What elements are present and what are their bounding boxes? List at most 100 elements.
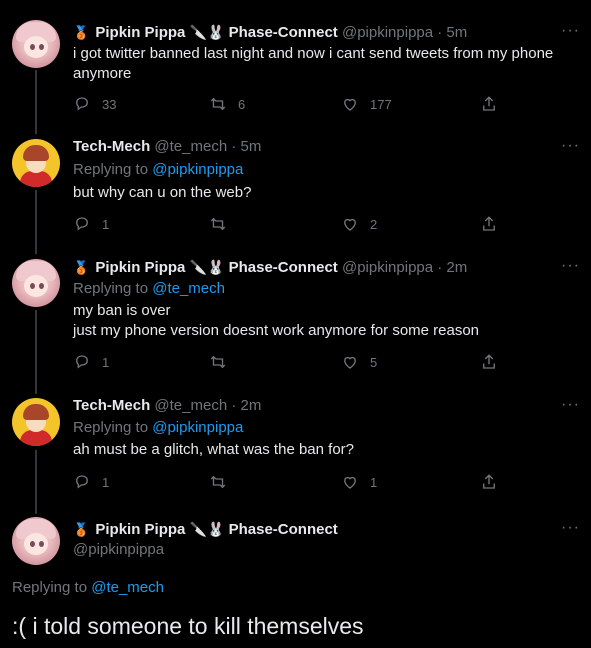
tweet-actions: 1 1 xyxy=(73,473,573,493)
share-icon xyxy=(483,96,495,111)
replying-label: Replying to xyxy=(73,161,149,178)
share-icon xyxy=(483,216,495,231)
timestamp[interactable]: · 5m xyxy=(437,24,467,41)
more-options-icon[interactable]: ··· xyxy=(561,257,580,275)
reply-button[interactable]: 1 xyxy=(73,473,109,491)
tweet-actions: 1 2 xyxy=(73,215,573,235)
reply-count: 1 xyxy=(102,474,110,490)
share-icon xyxy=(483,354,495,369)
like-button[interactable]: 2 xyxy=(341,215,377,233)
tweet-text-line: just my phone version doesnt work anymor… xyxy=(73,322,480,339)
display-name[interactable]: Pipkin Pippa xyxy=(95,24,185,41)
reply-icon xyxy=(76,355,88,369)
replying-label: Replying to xyxy=(12,579,88,596)
replying-to: Replying to @te_mech xyxy=(73,279,573,299)
reply-icon xyxy=(76,475,88,489)
medal-icon: 🥉 xyxy=(73,522,90,537)
retweet-icon xyxy=(210,97,226,111)
avatar[interactable] xyxy=(12,139,60,187)
knife-rabbit-emoji: 🔪🐰 xyxy=(189,259,225,275)
more-options-icon[interactable]: ··· xyxy=(561,519,580,537)
retweet-icon xyxy=(210,355,226,369)
display-name[interactable]: Pipkin Pippa xyxy=(95,259,185,276)
timestamp[interactable]: · 5m xyxy=(231,138,261,155)
reply-count: 1 xyxy=(102,354,110,370)
replying-to-link[interactable]: @pipkinpippa xyxy=(152,161,243,178)
like-button[interactable]: 177 xyxy=(341,95,392,113)
more-options-icon[interactable]: ··· xyxy=(561,396,580,414)
display-name[interactable]: Tech-Mech xyxy=(73,138,150,155)
retweet-icon xyxy=(210,475,226,489)
handle[interactable]: @te_mech xyxy=(154,138,227,155)
heart-icon xyxy=(344,476,356,489)
tweet[interactable]: Tech-Mech @te_mech · 5m ··· Replying to … xyxy=(0,125,591,243)
tweet-actions: 1 5 xyxy=(73,353,573,373)
reply-count: 33 xyxy=(102,96,117,112)
heart-icon xyxy=(344,218,356,231)
avatar[interactable] xyxy=(12,398,60,446)
knife-rabbit-emoji: 🔪🐰 xyxy=(189,24,225,40)
share-button[interactable] xyxy=(480,215,498,233)
display-name-suffix[interactable]: Phase-Connect xyxy=(229,24,338,41)
retweet-button[interactable] xyxy=(209,473,238,491)
more-options-icon[interactable]: ··· xyxy=(561,22,580,40)
reply-icon xyxy=(76,217,88,231)
handle[interactable]: @pipkinpippa xyxy=(73,540,164,560)
retweet-count: 6 xyxy=(238,96,246,112)
more-options-icon[interactable]: ··· xyxy=(561,137,580,155)
reply-button[interactable]: 1 xyxy=(73,215,109,233)
reply-button[interactable]: 1 xyxy=(73,353,109,371)
share-button[interactable] xyxy=(480,95,498,113)
medal-icon: 🥉 xyxy=(73,260,90,275)
reply-button[interactable]: 33 xyxy=(73,95,116,113)
like-count: 5 xyxy=(370,354,378,370)
avatar[interactable] xyxy=(12,517,60,565)
knife-rabbit-emoji: 🔪🐰 xyxy=(189,521,225,537)
handle[interactable]: @pipkinpippa xyxy=(342,24,433,41)
display-name-suffix[interactable]: Phase-Connect xyxy=(229,259,338,276)
retweet-button[interactable] xyxy=(209,353,238,371)
share-button[interactable] xyxy=(480,473,498,491)
reply-icon xyxy=(76,97,88,111)
handle[interactable]: @te_mech xyxy=(154,397,227,414)
replying-to-link[interactable]: @pipkinpippa xyxy=(152,419,243,436)
tweet[interactable]: 🥉 Pipkin Pippa 🔪🐰 Phase-Connect @pipkinp… xyxy=(0,245,591,385)
tweet[interactable]: 🥉 Pipkin Pippa 🔪🐰 Phase-Connect @pipkinp… xyxy=(0,0,591,120)
reply-count: 1 xyxy=(102,216,110,232)
replying-to: Replying to @pipkinpippa xyxy=(73,160,573,180)
tweet-actions: 33 6 177 xyxy=(73,95,573,115)
replying-to-link[interactable]: @te_mech xyxy=(91,579,164,596)
avatar[interactable] xyxy=(12,259,60,307)
replying-label: Replying to xyxy=(73,419,149,436)
like-count: 177 xyxy=(370,96,392,112)
heart-icon xyxy=(344,356,356,369)
tweet-text: but why can u on the web? xyxy=(73,184,252,201)
medal-icon: 🥉 xyxy=(73,25,90,40)
retweet-button[interactable] xyxy=(209,215,238,233)
main-tweet-text: :( i told someone to kill themselves xyxy=(12,613,364,639)
timestamp[interactable]: · 2m xyxy=(437,259,467,276)
replying-label: Replying to xyxy=(73,280,149,297)
retweet-icon xyxy=(210,217,226,231)
tweet-text-line: my ban is over xyxy=(73,302,171,319)
avatar[interactable] xyxy=(12,20,60,68)
replying-to-link[interactable]: @te_mech xyxy=(152,280,225,297)
handle[interactable]: @pipkinpippa xyxy=(342,259,433,276)
like-count: 1 xyxy=(370,474,378,490)
replying-to: Replying to @pipkinpippa xyxy=(73,418,573,438)
timestamp[interactable]: · 2m xyxy=(231,397,261,414)
display-name[interactable]: Tech-Mech xyxy=(73,397,150,414)
retweet-button[interactable]: 6 xyxy=(209,95,245,113)
heart-icon xyxy=(344,98,356,111)
like-button[interactable]: 5 xyxy=(341,353,377,371)
share-button[interactable] xyxy=(480,353,498,371)
display-name[interactable]: Pipkin Pippa xyxy=(95,521,185,538)
tweet[interactable]: Tech-Mech @te_mech · 2m ··· Replying to … xyxy=(0,384,591,502)
tweet-text: ah must be a glitch, what was the ban fo… xyxy=(73,441,354,458)
share-icon xyxy=(483,474,495,489)
tweet-text: i got twitter banned last night and now … xyxy=(73,45,554,82)
replying-to: Replying to @te_mech xyxy=(12,579,164,596)
like-button[interactable]: 1 xyxy=(341,473,377,491)
like-count: 2 xyxy=(370,216,378,232)
display-name-suffix[interactable]: Phase-Connect xyxy=(229,521,338,538)
